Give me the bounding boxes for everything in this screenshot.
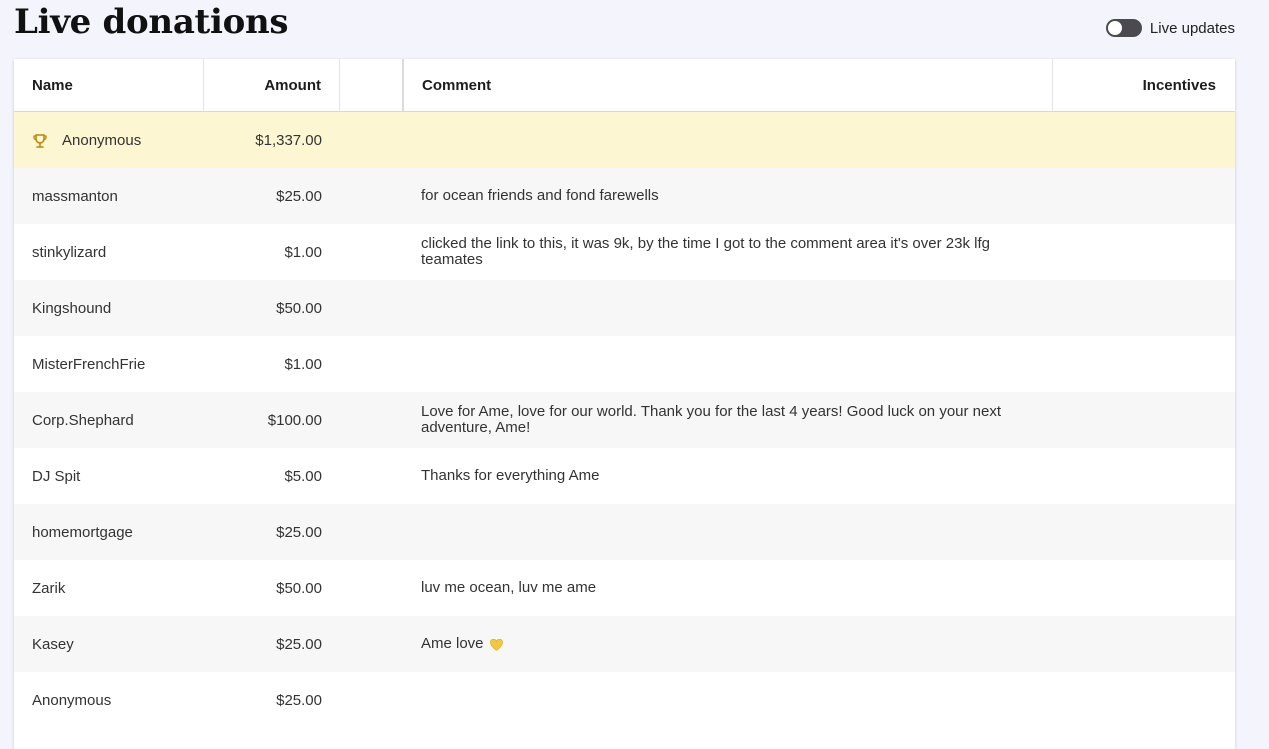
donor-name-cell: Kasey [14, 636, 204, 653]
donation-comment-cell: Love for Ame, love for our world. Thank … [403, 404, 1054, 436]
donation-comment: Love for Ame, love for our world. Thank … [421, 403, 1002, 436]
donor-name: Kasey [32, 635, 74, 653]
live-updates-toggle[interactable]: Live updates [1105, 19, 1235, 37]
page-title: Live donations [14, 2, 289, 42]
donor-name: massmanton [32, 187, 118, 205]
table-row[interactable]: Anonymous $1,337.00 [14, 112, 1235, 168]
donation-comment-cell: luv me ocean, luv me ame [403, 580, 1054, 596]
table-row[interactable]: Zarik $50.00 luv me ocean, luv me ame [14, 560, 1235, 616]
donor-name-cell: Anonymous [14, 692, 204, 709]
donation-amount: $50.00 [276, 579, 322, 597]
table-row[interactable]: Corp.Shephard $100.00 Love for Ame, love f… [14, 392, 1235, 448]
table-body: Anonymous $1,337.00 massmanton $25.00 for oc… [14, 112, 1235, 728]
donation-comment: Ame love [421, 635, 484, 652]
table-row[interactable]: massmanton $25.00 for ocean friends and fo… [14, 168, 1235, 224]
donor-name-cell: homemortgage [14, 524, 204, 541]
yellow-heart-icon [489, 639, 503, 651]
donation-amount: $1.00 [284, 355, 322, 373]
donation-comment-cell: clicked the link to this, it was 9k, by … [403, 236, 1054, 268]
donor-name: Anonymous [32, 691, 112, 709]
donation-amount: $50.00 [276, 299, 322, 317]
donor-name: Corp.Shephard [32, 411, 134, 429]
donation-comment: Thanks for everything Ame [421, 467, 600, 484]
table-row[interactable]: stinkylizard $1.00 clicked the link to thi… [14, 224, 1235, 280]
donation-amount: $100.00 [267, 411, 322, 429]
donor-name-cell: stinkylizard [14, 244, 204, 261]
trophy-icon [33, 134, 47, 148]
table-header-row: Name Amount Comment Incentives [14, 59, 1235, 112]
donation-comment: for ocean friends and fond farewells [421, 187, 659, 204]
table-row[interactable]: Anonymous $25.00 [14, 672, 1235, 728]
donor-name: Zarik [32, 579, 66, 597]
column-header-comment[interactable]: Comment [402, 59, 1053, 111]
donor-name-cell: massmanton [14, 188, 204, 205]
column-header-name[interactable]: Name [14, 59, 204, 111]
table-row[interactable]: Kasey $25.00 Ame love [14, 616, 1235, 672]
donor-name: homemortgage [32, 523, 133, 541]
donation-amount: $25.00 [276, 691, 322, 709]
donor-name-cell: Corp.Shephard [14, 412, 204, 429]
column-header-incentives[interactable]: Incentives [1053, 59, 1234, 111]
column-header-amount[interactable]: Amount [204, 59, 340, 111]
donation-comment: clicked the link to this, it was 9k, by … [421, 235, 990, 268]
donation-amount: $25.00 [276, 523, 322, 541]
donation-comment-cell: for ocean friends and fond farewells [403, 188, 1054, 204]
column-header-blank [340, 59, 403, 111]
donor-name: stinkylizard [32, 243, 107, 261]
donation-amount: $1.00 [284, 243, 322, 261]
donation-amount: $25.00 [276, 635, 322, 653]
donation-comment: luv me ocean, luv me ame [421, 579, 597, 596]
table-row[interactable]: Kingshound $50.00 [14, 280, 1235, 336]
donor-name: Kingshound [32, 299, 112, 317]
donor-name: MisterFrenchFrie [32, 355, 146, 373]
donor-name: DJ Spit [32, 467, 81, 485]
toggle-switch[interactable] [1105, 19, 1142, 37]
toggle-knob [1107, 21, 1122, 35]
donor-name-cell: Kingshound [14, 300, 204, 317]
donor-name-cell: Anonymous [14, 132, 204, 149]
live-updates-label: Live updates [1149, 19, 1235, 37]
donor-name: Anonymous [62, 131, 142, 149]
donor-name-cell: MisterFrenchFrie [14, 356, 204, 373]
donor-name-cell: Zarik [14, 580, 204, 597]
table-row[interactable]: DJ Spit $5.00 Thanks for everything Ame [14, 448, 1235, 504]
donation-comment-cell: Thanks for everything Ame [403, 468, 1054, 484]
donation-comment-cell: Ame love [403, 636, 1054, 652]
donation-amount: $1,337.00 [255, 131, 322, 149]
table-row[interactable]: MisterFrenchFrie $1.00 [14, 336, 1235, 392]
donor-name-cell: DJ Spit [14, 468, 204, 485]
donations-table: Name Amount Comment Incentives Anonymous… [14, 59, 1235, 749]
donation-amount: $5.00 [284, 467, 322, 485]
donation-amount: $25.00 [276, 187, 322, 205]
table-row[interactable]: homemortgage $25.00 [14, 504, 1235, 560]
